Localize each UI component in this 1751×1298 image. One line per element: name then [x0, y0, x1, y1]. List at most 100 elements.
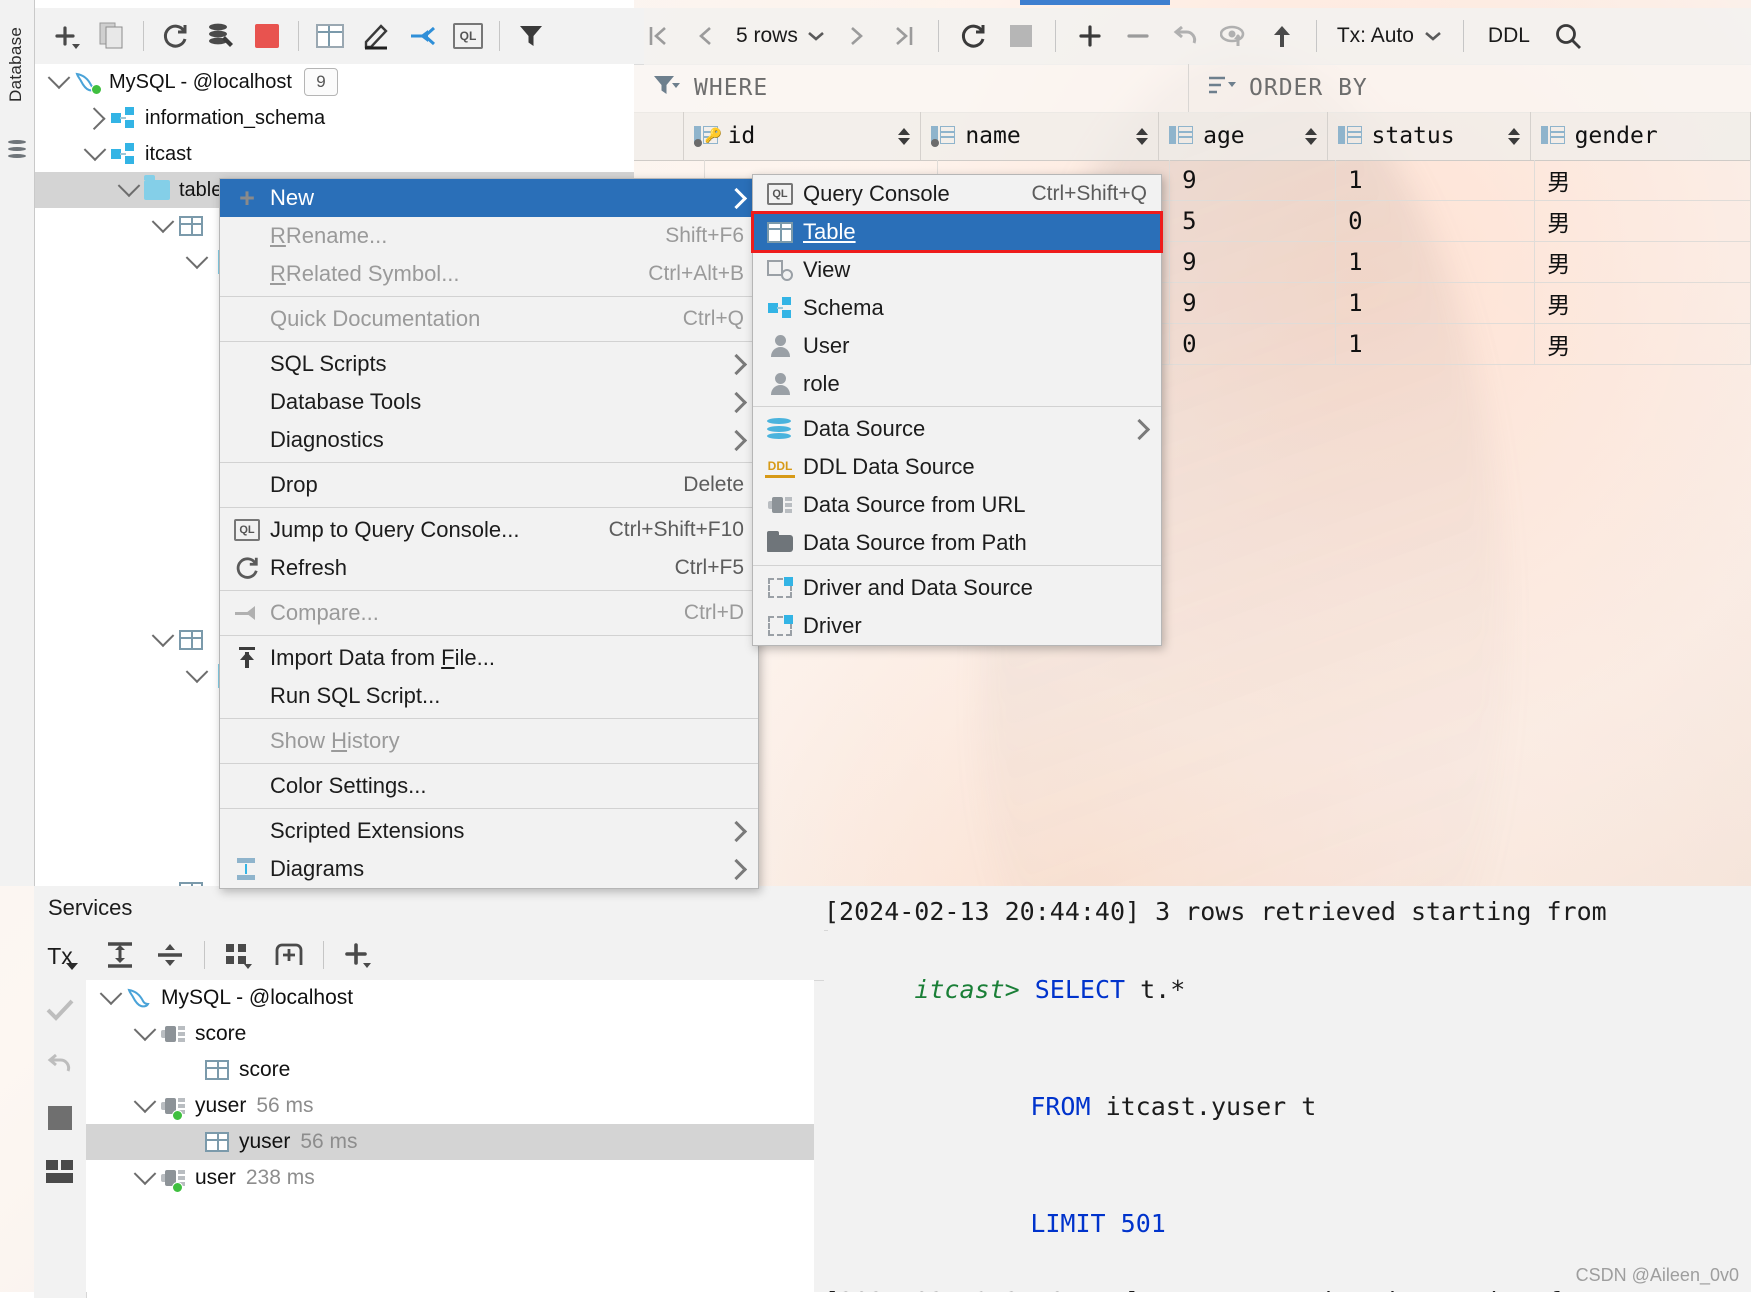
prev-page-icon[interactable] [682, 12, 730, 60]
chevron-down-icon[interactable] [99, 982, 123, 1009]
cell-status[interactable]: 1 [1336, 242, 1536, 282]
column-header-gender[interactable]: gender [1531, 112, 1751, 160]
reload-icon[interactable] [949, 12, 997, 60]
submit-icon[interactable] [1258, 12, 1306, 60]
cell-age[interactable]: 9 [1170, 242, 1337, 282]
stop-icon[interactable] [40, 1098, 80, 1138]
cell-status[interactable]: 1 [1336, 160, 1536, 200]
column-header-name[interactable]: name [921, 112, 1160, 160]
order-by-icon[interactable] [1207, 74, 1237, 103]
tree-node-information-schema[interactable]: information_schema [34, 100, 634, 136]
submenu-item-schema[interactable]: Schema [753, 289, 1161, 327]
submenu-item-ddl-data-source[interactable]: DDL DDL Data Source [753, 448, 1161, 486]
cell-status[interactable]: 1 [1336, 324, 1536, 364]
services-node-score-connection[interactable]: score [86, 1016, 814, 1052]
services-node-yuser-table[interactable]: yuser 56 ms [86, 1124, 814, 1160]
menu-item-show-history[interactable]: Show History [220, 722, 758, 760]
menu-item-sql-scripts[interactable]: SQL Scripts [220, 345, 758, 383]
chevron-down-icon[interactable] [185, 660, 209, 687]
filter-icon[interactable] [509, 14, 553, 58]
menu-item-color-settings[interactable]: Color Settings... [220, 767, 758, 805]
next-page-icon[interactable] [832, 12, 880, 60]
add-row-icon[interactable] [1066, 12, 1114, 60]
menu-item-drop[interactable]: Drop Delete [220, 466, 758, 504]
submenu-item-table[interactable]: Table [751, 211, 1163, 253]
add-icon[interactable] [44, 14, 88, 58]
chevron-down-icon[interactable] [133, 1162, 157, 1189]
services-node-score-table[interactable]: score [86, 1052, 814, 1088]
revert-icon[interactable] [1162, 12, 1210, 60]
stop-icon[interactable] [245, 14, 289, 58]
transaction-mode-dropdown[interactable]: Tx: Auto [1327, 24, 1453, 48]
menu-item-diagnostics[interactable]: Diagnostics [220, 421, 758, 459]
commit-icon[interactable] [40, 990, 80, 1030]
services-node-mysql-localhost[interactable]: MySQL - @localhost [86, 980, 814, 1016]
menu-item-quick-documentation[interactable]: Quick Documentation Ctrl+Q [220, 300, 758, 338]
add-icon[interactable] [334, 932, 382, 978]
menu-item-jump-to-query-console[interactable]: QL Jump to Query Console... Ctrl+Shift+F… [220, 511, 758, 549]
submenu-item-data-source-from-url[interactable]: Data Source from URL [753, 486, 1161, 524]
chevron-down-icon[interactable] [133, 1090, 157, 1117]
row-count-dropdown[interactable]: 5 rows [730, 24, 832, 48]
submenu-item-driver-and-data-source[interactable]: Driver and Data Source [753, 569, 1161, 607]
collapse-all-icon[interactable] [146, 932, 194, 978]
delete-row-icon[interactable] [1114, 12, 1162, 60]
refresh-icon[interactable] [153, 14, 197, 58]
menu-item-import-data-from-file[interactable]: Import Data from File... [220, 639, 758, 677]
jump-to-icon[interactable] [400, 14, 444, 58]
where-filter[interactable]: WHERE [634, 64, 1189, 112]
submenu-item-data-source[interactable]: Data Source [753, 410, 1161, 448]
cell-age[interactable]: 9 [1170, 283, 1337, 323]
cell-gender[interactable]: 男 [1535, 201, 1751, 241]
services-tree[interactable]: MySQL - @localhost score score yuser 56 … [86, 980, 814, 1292]
submenu-item-driver[interactable]: Driver [753, 607, 1161, 645]
query-console-icon[interactable]: QL [446, 14, 490, 58]
ddl-button[interactable]: DDL [1474, 24, 1544, 48]
menu-item-database-tools[interactable]: Database Tools [220, 383, 758, 421]
cell-status[interactable]: 1 [1336, 283, 1536, 323]
cell-age[interactable]: 0 [1170, 324, 1337, 364]
sort-toggle-icon[interactable] [898, 127, 911, 145]
new-submenu[interactable]: QL Query Console Ctrl+Shift+Q Table View… [751, 174, 1163, 646]
submenu-item-data-source-from-path[interactable]: Data Source from Path [753, 524, 1161, 562]
database-tool-window-tab[interactable]: Database [2, 4, 30, 124]
stop-icon[interactable] [997, 12, 1045, 60]
last-page-icon[interactable] [880, 12, 928, 60]
menu-item-scripted-extensions[interactable]: Scripted Extensions [220, 812, 758, 850]
context-menu[interactable]: + New RRename... Shift+F6 RRelated Symbo… [219, 178, 759, 889]
copy-icon[interactable] [90, 14, 134, 58]
submenu-item-view[interactable]: View [753, 251, 1161, 289]
rollback-icon[interactable] [40, 1044, 80, 1084]
cell-status[interactable]: 0 [1336, 201, 1536, 241]
cell-gender[interactable]: 男 [1535, 283, 1751, 323]
menu-item-related-symbol[interactable]: RRelated Symbol... Ctrl+Alt+B [220, 255, 758, 293]
new-tab-icon[interactable] [265, 932, 313, 978]
menu-item-run-sql-script[interactable]: Run SQL Script... [220, 677, 758, 715]
services-node-user-connection[interactable]: user 238 ms [86, 1160, 814, 1196]
tree-node-itcast[interactable]: itcast [34, 136, 634, 172]
column-header-status[interactable]: status [1328, 112, 1531, 160]
database-stack-icon[interactable] [8, 140, 26, 160]
chevron-down-icon[interactable] [151, 624, 175, 651]
search-icon[interactable] [1544, 12, 1592, 60]
chevron-down-icon[interactable] [83, 138, 107, 165]
tree-node-mysql-localhost[interactable]: MySQL - @localhost 9 [34, 64, 634, 100]
column-header-age[interactable]: age [1159, 112, 1328, 160]
cell-age[interactable]: 5 [1170, 201, 1337, 241]
menu-item-new[interactable]: + New [220, 179, 758, 217]
edit-icon[interactable] [354, 14, 398, 58]
cell-gender[interactable]: 男 [1535, 324, 1751, 364]
chevron-down-icon[interactable] [151, 210, 175, 237]
chevron-down-icon[interactable] [185, 246, 209, 273]
expand-all-icon[interactable] [96, 932, 144, 978]
chevron-down-icon[interactable] [133, 1018, 157, 1045]
menu-item-compare[interactable]: Compare... Ctrl+D [220, 594, 758, 632]
column-header-id[interactable]: 🔑 id [684, 112, 922, 160]
layout-icon[interactable] [40, 1152, 80, 1192]
chevron-down-icon[interactable] [117, 174, 141, 201]
db-settings-icon[interactable] [199, 14, 243, 58]
chevron-right-icon[interactable] [82, 107, 106, 131]
submenu-item-query-console[interactable]: QL Query Console Ctrl+Shift+Q [753, 175, 1161, 213]
cell-gender[interactable]: 男 [1535, 242, 1751, 282]
menu-item-refresh[interactable]: Refresh Ctrl+F5 [220, 549, 758, 587]
